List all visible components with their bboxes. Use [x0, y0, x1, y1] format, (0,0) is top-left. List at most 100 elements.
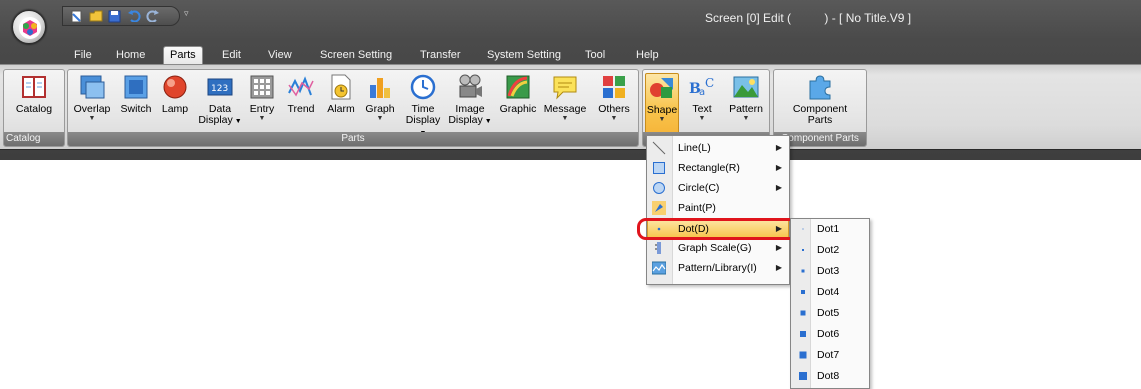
submenu-item-dot6[interactable]: Dot6	[792, 324, 869, 344]
submenu-item-dot2[interactable]: Dot2	[792, 240, 869, 260]
submenu-item-dot5[interactable]: Dot5	[792, 303, 869, 323]
paint-icon	[652, 201, 666, 215]
submenu-item-label: Dot3	[817, 265, 840, 277]
data-display-button[interactable]: 123 Data Display ▼	[198, 73, 242, 133]
switch-button[interactable]: Switch	[116, 73, 156, 133]
new-icon[interactable]	[69, 9, 84, 23]
window-title: Screen [0] Edit ( ) - [ No Title.V9 ]	[705, 11, 912, 25]
menu-item-pattern-library[interactable]: Pattern/Library(I) ▶	[648, 258, 788, 278]
submenu-item-dot4[interactable]: Dot4	[792, 282, 869, 302]
menu-item-label: Line(L)	[678, 142, 711, 154]
text-icon: BaC	[689, 76, 714, 98]
menu-item-paint[interactable]: Paint(P)	[648, 198, 788, 218]
lamp-button[interactable]: Lamp	[158, 73, 192, 133]
tab-screen-setting[interactable]: Screen Setting	[314, 47, 398, 65]
graphic-label: Graphic	[499, 103, 537, 115]
catalog-label: Catalog	[15, 103, 53, 115]
group-label-catalog: Catalog	[4, 132, 64, 146]
submenu-item-label: Dot7	[817, 349, 840, 361]
dot2-icon	[802, 249, 804, 251]
alarm-icon	[331, 74, 351, 100]
tab-tool[interactable]: Tool	[579, 47, 611, 65]
dropdown-arrow-icon: ▼	[88, 115, 96, 122]
graph-icon	[370, 78, 390, 98]
open-icon[interactable]	[88, 9, 103, 23]
component-parts-button[interactable]: Component Parts	[778, 73, 862, 133]
text-button[interactable]: BaC Text ▼	[685, 73, 719, 133]
submenu-item-dot7[interactable]: Dot7	[792, 345, 869, 365]
trend-icon	[288, 76, 314, 97]
image-display-button[interactable]: Image Display ▼	[448, 73, 492, 133]
catalog-button[interactable]: Catalog	[6, 73, 62, 133]
overlap-button[interactable]: Overlap ▼	[70, 73, 114, 133]
message-button[interactable]: Message ▼	[540, 73, 590, 133]
save-icon[interactable]	[107, 9, 122, 23]
tab-transfer[interactable]: Transfer	[414, 47, 467, 65]
time-display-button[interactable]: Time Display ▼	[402, 73, 444, 137]
pattern-button[interactable]: Pattern ▼	[725, 73, 767, 133]
menu-item-line[interactable]: Line(L) ▶	[648, 138, 788, 158]
menu-item-circle[interactable]: Circle(C) ▶	[648, 178, 788, 198]
overlap-label: Overlap	[73, 103, 111, 115]
group-parts: Overlap ▼ Switch Lamp 123 Data Display ▼ …	[67, 69, 639, 147]
submenu-item-label: Dot5	[817, 307, 840, 319]
submenu-item-dot1[interactable]: Dot1	[792, 219, 869, 239]
tab-home[interactable]: Home	[110, 47, 151, 65]
graphic-button[interactable]: Graphic	[496, 73, 540, 133]
dot4-icon	[801, 290, 805, 294]
customize-qat-icon[interactable]: ▿	[184, 8, 189, 19]
entry-label: Entry	[249, 103, 275, 115]
camera-icon	[459, 74, 482, 98]
dropdown-arrow-icon: ▼	[561, 115, 569, 122]
graph-scale-icon	[655, 242, 661, 254]
data-display-icon: 123	[207, 78, 233, 96]
graphic-icon	[506, 75, 530, 99]
tab-help[interactable]: Help	[630, 47, 665, 65]
clock-icon	[410, 74, 436, 100]
ribbon-tabs: File Home Parts Edit View Screen Setting…	[0, 45, 1141, 66]
others-label: Others	[598, 103, 630, 115]
undo-icon[interactable]	[126, 9, 141, 23]
application-menu-button[interactable]	[12, 10, 46, 44]
group-catalog: Catalog Catalog	[3, 69, 65, 147]
others-button[interactable]: Others ▼	[592, 73, 636, 133]
trend-button[interactable]: Trend	[282, 73, 320, 133]
quick-access-toolbar	[62, 6, 180, 26]
title-bar: ▿ Screen [0] Edit ( ) - [ No Title.V9 ]	[0, 0, 1141, 44]
others-icon	[603, 76, 625, 98]
submenu-item-label: Dot1	[817, 223, 840, 235]
rectangle-icon	[653, 162, 665, 174]
dropdown-arrow-icon: ▼	[376, 115, 384, 122]
lamp-label: Lamp	[161, 103, 189, 115]
submenu-item-dot8[interactable]: Dot8	[792, 366, 869, 386]
tab-view[interactable]: View	[262, 47, 298, 65]
dot6-icon	[800, 331, 806, 337]
tab-file[interactable]: File	[68, 47, 98, 65]
tab-edit[interactable]: Edit	[216, 47, 247, 65]
menu-item-graph-scale[interactable]: Graph Scale(G) ▶	[648, 238, 788, 258]
app-logo-icon	[19, 17, 41, 39]
dot3-icon	[801, 269, 805, 273]
dot7-icon	[799, 351, 807, 359]
submenu-item-label: Dot8	[817, 370, 840, 382]
redo-icon[interactable]	[145, 9, 160, 23]
component-parts-label-2: Parts	[807, 114, 833, 126]
pattern-library-icon	[652, 261, 666, 275]
graph-button[interactable]: Graph ▼	[362, 73, 398, 133]
menu-item-label: Graph Scale(G)	[678, 242, 752, 254]
image-display-label-2: Display	[448, 114, 483, 126]
shape-button[interactable]: Shape ▼	[645, 73, 679, 135]
entry-icon	[250, 75, 274, 99]
entry-button[interactable]: Entry ▼	[244, 73, 280, 133]
tab-system-setting[interactable]: System Setting	[481, 47, 567, 65]
alarm-label: Alarm	[327, 103, 355, 115]
alarm-button[interactable]: Alarm	[322, 73, 360, 133]
submenu-arrow-icon: ▶	[775, 243, 782, 252]
submenu-arrow-icon: ▶	[775, 263, 782, 272]
tab-parts[interactable]: Parts	[163, 46, 203, 66]
trend-label: Trend	[287, 103, 315, 115]
data-display-label-2: Display	[198, 114, 233, 126]
message-icon	[553, 76, 577, 100]
submenu-item-dot3[interactable]: Dot3	[792, 261, 869, 281]
menu-item-rectangle[interactable]: Rectangle(R) ▶	[648, 158, 788, 178]
